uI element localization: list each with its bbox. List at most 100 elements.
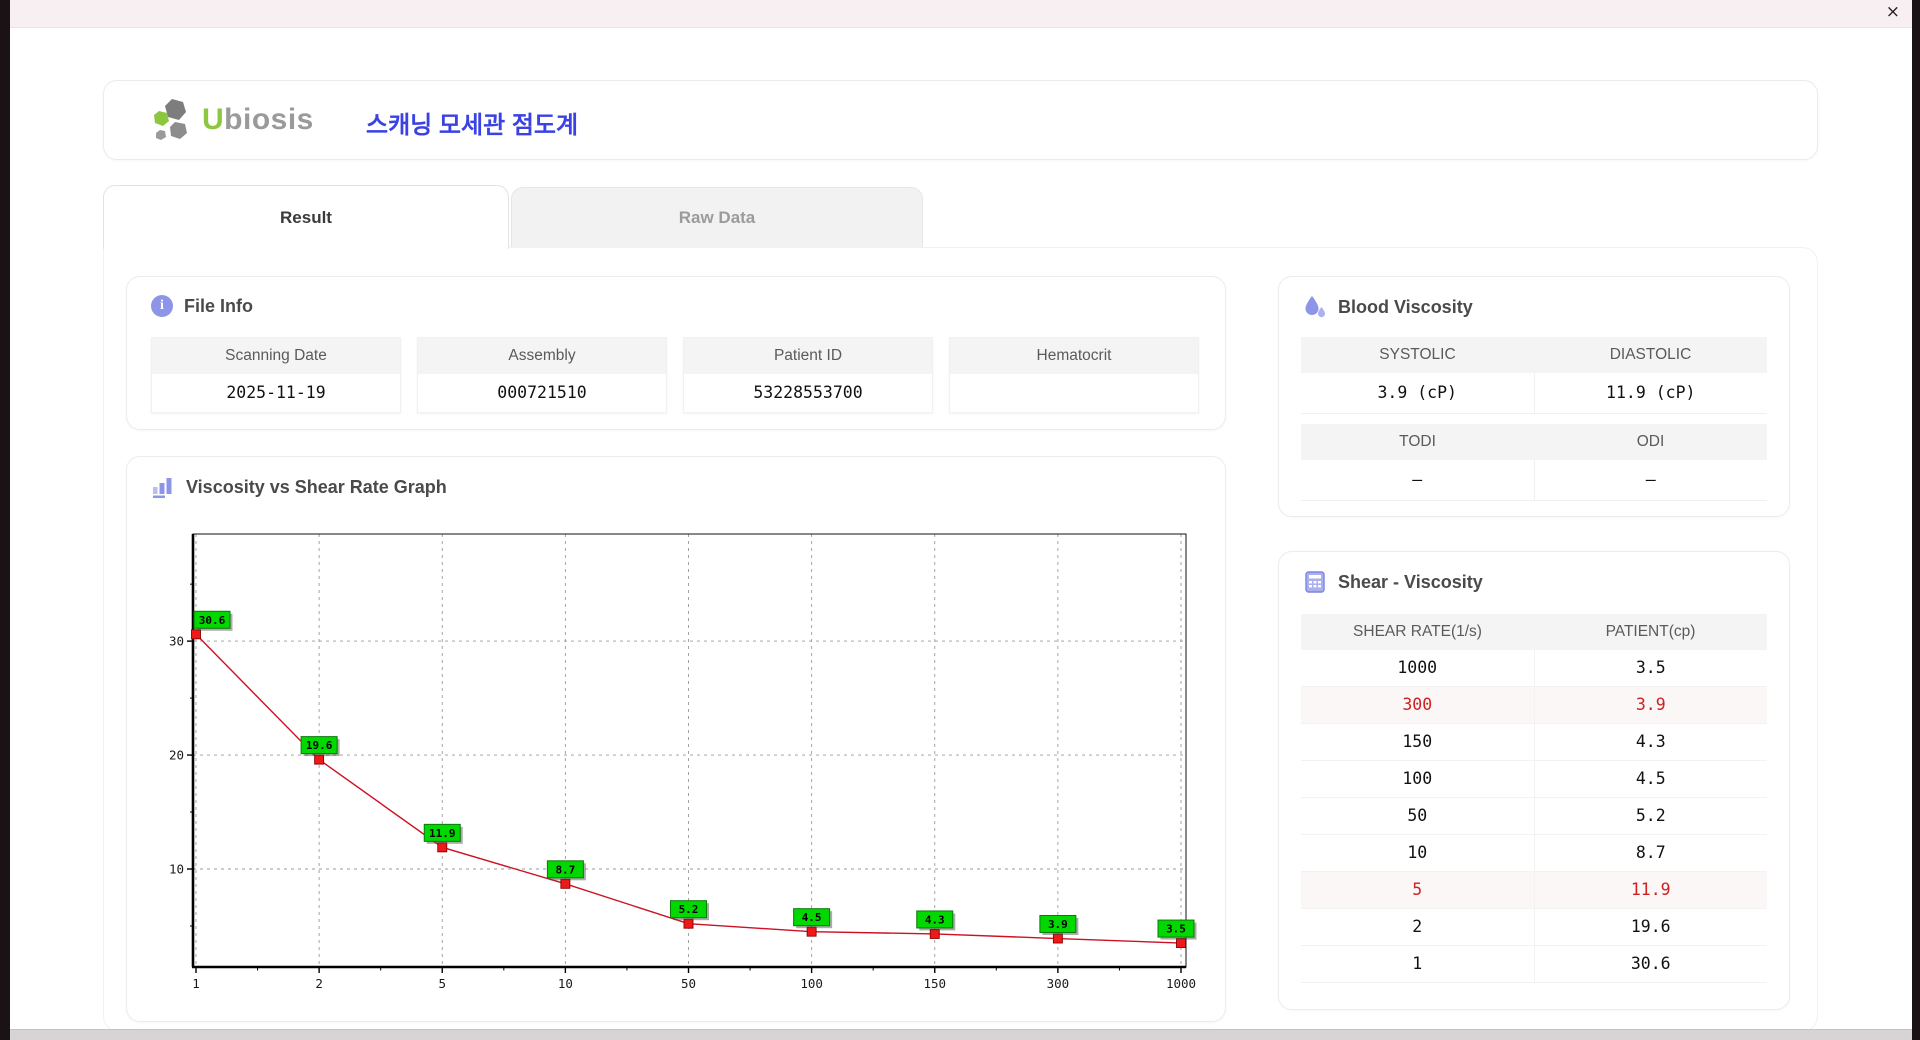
svg-text:3.9: 3.9 — [1048, 918, 1068, 931]
shear-table-row: 1000 3.5 — [1301, 650, 1767, 687]
logo-wordmark: Ubiosis — [202, 103, 314, 136]
viscosity-chart-area: 10 20 30 1 2 5 10 50 100 150 300 1000 30.6 19.6 11.9 8.… — [151, 525, 1203, 1002]
diastolic-label: DIASTOLIC — [1609, 346, 1692, 363]
window-frame-left — [0, 0, 10, 1040]
window-bottom-bar — [10, 1029, 1912, 1040]
patient-viscosity-cell: 4.3 — [1533, 724, 1768, 760]
app-title: 스캐닝 모세관 점도계 — [366, 112, 579, 139]
field-scanning-date: Scanning Date 2025-11-19 — [151, 337, 401, 413]
tab-result[interactable]: Result — [103, 185, 509, 249]
svg-text:150: 150 — [923, 976, 946, 991]
blood-viscosity-card: Blood Viscosity SYSTOLIC DIASTOLIC 3.9 (… — [1278, 276, 1790, 517]
svg-text:1000: 1000 — [1166, 976, 1196, 991]
header-card: Ubiosis 스캐닝 모세관 점도계 — [103, 80, 1818, 160]
svg-text:4.3: 4.3 — [925, 913, 945, 926]
file-info-card: i File Info Scanning Date 2025-11-19 Ass… — [126, 276, 1226, 430]
app-window: { "window": { "close_icon": "×" }, "head… — [0, 0, 1920, 1040]
window-frame-right — [1912, 0, 1920, 1040]
patient-viscosity-cell: 5.2 — [1533, 798, 1768, 834]
blood-viscosity-header: Blood Viscosity — [1303, 295, 1473, 319]
svg-text:300: 300 — [1047, 976, 1070, 991]
tab-result-label: Result — [280, 207, 332, 227]
graph-card: Viscosity vs Shear Rate Graph 10 20 30 1 2 5 1… — [126, 456, 1226, 1022]
graph-header: Viscosity vs Shear Rate Graph — [151, 475, 447, 499]
shear-rate-cell: 2 — [1412, 917, 1423, 936]
close-icon[interactable]: × — [1886, 2, 1900, 22]
graph-title: Viscosity vs Shear Rate Graph — [186, 476, 447, 497]
bv-header-row-1: SYSTOLIC DIASTOLIC — [1301, 337, 1767, 373]
shear-rate-column-header: SHEAR RATE(1/s) — [1353, 623, 1482, 640]
bv-value-row-1: 3.9 (cP) 11.9 (cP) — [1301, 373, 1767, 414]
patient-column-header: PATIENT(cp) — [1605, 623, 1696, 640]
shear-viscosity-table: SHEAR RATE(1/s) PATIENT(cp) 1000 3.5 300 3.… — [1301, 614, 1767, 983]
svg-text:4.5: 4.5 — [802, 911, 822, 924]
svg-text:30: 30 — [169, 634, 184, 649]
shear-table-row: 100 4.5 — [1301, 761, 1767, 798]
viscosity-chart: 10 20 30 1 2 5 10 50 100 150 300 1000 30.6 19.6 11.9 8.… — [169, 533, 1197, 991]
svg-text:19.6: 19.6 — [306, 739, 333, 752]
todi-value: – — [1412, 470, 1423, 489]
svg-text:10: 10 — [558, 976, 573, 991]
svg-text:11.9: 11.9 — [429, 827, 456, 840]
shear-table-row: 1 30.6 — [1301, 946, 1767, 983]
shear-viscosity-card: Shear - Viscosity SHEAR RATE(1/s) PATIEN… — [1278, 551, 1790, 1010]
shear-rate-cell: 300 — [1402, 695, 1433, 714]
blood-viscosity-title: Blood Viscosity — [1338, 296, 1473, 317]
shear-viscosity-title: Shear - Viscosity — [1338, 571, 1483, 592]
shear-table-row: 50 5.2 — [1301, 798, 1767, 835]
file-info-title: File Info — [184, 295, 253, 316]
patient-viscosity-cell: 11.9 — [1533, 872, 1768, 908]
file-info-header: i File Info — [151, 295, 253, 317]
shear-rate-cell: 50 — [1407, 806, 1428, 825]
odi-label: ODI — [1636, 433, 1665, 450]
blood-viscosity-table: SYSTOLIC DIASTOLIC 3.9 (cP) 11.9 (cP) TO… — [1301, 337, 1767, 501]
shear-table-header: SHEAR RATE(1/s) PATIENT(cp) — [1301, 614, 1767, 650]
shear-table-row: 5 11.9 — [1301, 872, 1767, 909]
svg-text:100: 100 — [800, 976, 823, 991]
systolic-value: 3.9 (cP) — [1377, 383, 1457, 402]
bv-value-row-2: – – — [1301, 460, 1767, 501]
svg-text:5.2: 5.2 — [679, 903, 699, 916]
shear-table-row: 10 8.7 — [1301, 835, 1767, 872]
file-info-fields: Scanning Date 2025-11-19 Assembly 000721… — [151, 337, 1199, 413]
patient-viscosity-cell: 4.5 — [1533, 761, 1768, 797]
svg-text:10: 10 — [169, 862, 184, 877]
shear-table-row: 150 4.3 — [1301, 724, 1767, 761]
tab-raw-data[interactable]: Raw Data — [511, 187, 923, 248]
shear-rate-cell: 10 — [1407, 843, 1428, 862]
field-assembly: Assembly 000721510 — [417, 337, 667, 413]
svg-text:2: 2 — [315, 976, 323, 991]
svg-text:30.6: 30.6 — [199, 614, 226, 627]
svg-text:3.5: 3.5 — [1166, 923, 1186, 936]
shear-rate-cell: 1 — [1412, 954, 1423, 973]
svg-text:5: 5 — [438, 976, 446, 991]
field-patient-id: Patient ID 53228553700 — [683, 337, 933, 413]
svg-text:50: 50 — [681, 976, 696, 991]
shear-table-rows: 1000 3.5 300 3.9 150 4.3 100 4.5 50 5.2 10 8.7 5 11.9… — [1301, 650, 1767, 983]
shear-rate-cell: 5 — [1412, 880, 1423, 899]
svg-text:1: 1 — [192, 976, 200, 991]
bar-chart-icon — [153, 478, 172, 498]
calculator-icon — [1305, 571, 1325, 593]
ubiosis-logo: Ubiosis — [152, 97, 314, 143]
todi-label: TODI — [1399, 433, 1436, 450]
patient-viscosity-cell: 19.6 — [1533, 909, 1768, 945]
shear-viscosity-header: Shear - Viscosity — [1303, 570, 1483, 594]
info-icon: i — [151, 295, 173, 317]
shear-rate-cell: 100 — [1402, 769, 1433, 788]
svg-text:8.7: 8.7 — [555, 863, 575, 876]
field-hematocrit: Hematocrit — [949, 337, 1199, 413]
blood-drops-icon — [1305, 296, 1325, 318]
patient-viscosity-cell: 8.7 — [1533, 835, 1768, 871]
shear-rate-cell: 150 — [1402, 732, 1433, 751]
tab-raw-data-label: Raw Data — [678, 207, 756, 227]
shear-table-row: 2 19.6 — [1301, 909, 1767, 946]
patient-viscosity-cell: 30.6 — [1533, 946, 1768, 982]
shear-table-row: 300 3.9 — [1301, 687, 1767, 724]
window-titlebar: × — [10, 0, 1912, 28]
systolic-label: SYSTOLIC — [1379, 346, 1456, 363]
odi-value: – — [1533, 460, 1768, 500]
hexagon-logo-icon — [154, 99, 187, 140]
svg-text:20: 20 — [169, 748, 184, 763]
bv-header-row-2: TODI ODI — [1301, 424, 1767, 460]
